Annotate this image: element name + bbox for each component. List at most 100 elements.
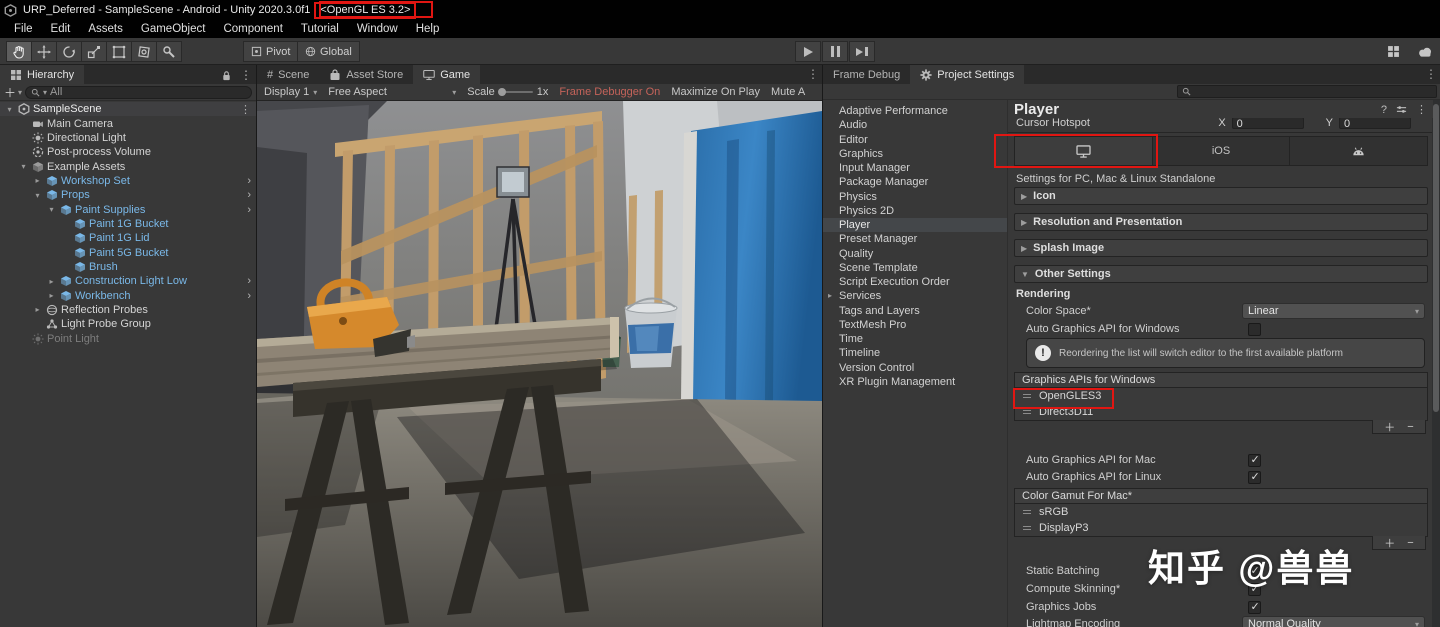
settings-nav-textmesh-pro[interactable]: TextMesh Pro	[823, 318, 1007, 332]
scale-slider[interactable]	[497, 88, 533, 96]
drag-handle-icon[interactable]	[1023, 410, 1031, 414]
scale-slider-knob[interactable]	[497, 88, 506, 96]
hierarchy-search-input[interactable]: ▾ All	[25, 85, 252, 99]
platform-tab-standalone[interactable]	[1015, 137, 1153, 165]
settings-search-input[interactable]	[1177, 85, 1437, 98]
menu-gameobject[interactable]: GameObject	[132, 23, 215, 35]
tab-hierarchy[interactable]: Hierarchy	[0, 65, 85, 84]
prefab-chevron-icon[interactable]: ›	[247, 290, 251, 302]
frame-debugger-indicator[interactable]: Frame Debugger On	[559, 86, 660, 98]
hierarchy-item-workshop-set[interactable]: ▸ Workshop Set ›	[0, 174, 256, 188]
foldout-closed-icon[interactable]: ▸	[828, 289, 832, 303]
tab-asset-store[interactable]: Asset Store	[319, 65, 414, 84]
section-other-settings[interactable]: ▼ Other Settings	[1014, 265, 1428, 283]
menu-assets[interactable]: Assets	[79, 23, 132, 35]
lightmap-encoding-dropdown[interactable]: Normal Quality ▾	[1242, 616, 1425, 627]
scene-more-icon[interactable]: ⋮	[240, 103, 251, 116]
auto-api-mac-checkbox[interactable]	[1248, 453, 1261, 467]
global-toggle-button[interactable]: Global	[297, 41, 360, 62]
plus-icon[interactable]: ＋	[1384, 535, 1395, 551]
tab-game[interactable]: Game	[413, 65, 481, 84]
api-item-direct3d11[interactable]: Direct3D11	[1015, 404, 1427, 420]
menu-help[interactable]: Help	[407, 23, 449, 35]
hierarchy-item-workbench[interactable]: ▸ Workbench ›	[0, 288, 256, 302]
settings-nav-time[interactable]: Time	[823, 332, 1007, 346]
hierarchy-item-paint-5g-bucket[interactable]: Paint 5G Bucket	[0, 245, 256, 259]
lock-icon[interactable]	[221, 70, 232, 81]
more-icon[interactable]: ⋮	[1425, 67, 1437, 81]
settings-nav-xr-plugin-management[interactable]: XR Plugin Management	[823, 375, 1007, 389]
maximize-on-play-toggle[interactable]: Maximize On Play	[671, 86, 760, 98]
hierarchy-item-point-light[interactable]: Point Light	[0, 332, 256, 346]
hierarchy-item-paint-supplies[interactable]: ▾ Paint Supplies ›	[0, 202, 256, 216]
mute-audio-toggle[interactable]: Mute A	[771, 86, 805, 98]
prefab-chevron-icon[interactable]: ›	[247, 189, 251, 201]
foldout-closed-icon[interactable]: ▸	[32, 305, 43, 314]
gamut-item-srgb[interactable]: sRGB	[1015, 504, 1427, 520]
hierarchy-item-directional-light[interactable]: Directional Light	[0, 131, 256, 145]
settings-nav-editor[interactable]: Editor	[823, 133, 1007, 147]
settings-nav-services[interactable]: ▸ Services	[823, 289, 1007, 303]
hierarchy-item-example-assets[interactable]: ▾ Example Assets	[0, 159, 256, 173]
settings-nav-preset-manager[interactable]: Preset Manager	[823, 232, 1007, 246]
pivot-toggle-button[interactable]: Pivot	[243, 41, 299, 62]
foldout-closed-icon[interactable]: ▸	[46, 291, 57, 300]
cursor-hotspot-y-field[interactable]: Y 0	[1326, 117, 1411, 130]
cursor-hotspot-x-field[interactable]: X 0	[1218, 117, 1304, 130]
rotate-tool-button[interactable]	[56, 41, 82, 62]
color-space-dropdown[interactable]: Linear ▾	[1242, 303, 1425, 319]
cloud-services-button[interactable]	[1412, 41, 1438, 62]
add-object-button[interactable]: ＋ ▾	[4, 84, 22, 101]
tab-frame-debug[interactable]: Frame Debug	[823, 65, 911, 84]
menu-window[interactable]: Window	[348, 23, 407, 35]
vertical-scrollbar[interactable]	[1432, 100, 1440, 627]
x-value[interactable]: 0	[1231, 117, 1304, 130]
step-button[interactable]	[849, 41, 875, 62]
settings-nav-audio[interactable]: Audio	[823, 118, 1007, 132]
menu-file[interactable]: File	[5, 23, 42, 35]
settings-nav-script-execution-order[interactable]: Script Execution Order	[823, 275, 1007, 289]
tab-scene[interactable]: # Scene	[257, 65, 320, 84]
hierarchy-item-main-camera[interactable]: Main Camera	[0, 116, 256, 130]
layers-button[interactable]	[1380, 41, 1406, 62]
auto-api-linux-checkbox[interactable]	[1248, 470, 1261, 484]
auto-api-windows-checkbox[interactable]	[1248, 322, 1261, 336]
section-icon[interactable]: ▶ Icon	[1014, 187, 1428, 205]
graphics-jobs-checkbox[interactable]	[1248, 600, 1261, 614]
settings-nav-scene-template[interactable]: Scene Template	[823, 261, 1007, 275]
foldout-open-icon[interactable]: ▾	[32, 191, 43, 200]
section-resolution-presentation[interactable]: ▶ Resolution and Presentation	[1014, 213, 1428, 231]
custom-tool-button[interactable]	[156, 41, 182, 62]
more-icon[interactable]: ⋮	[1416, 103, 1427, 116]
plus-icon[interactable]: ＋	[1384, 419, 1395, 435]
settings-nav-quality[interactable]: Quality	[823, 247, 1007, 261]
hierarchy-item-reflection-probes[interactable]: ▸ Reflection Probes	[0, 303, 256, 317]
display-dropdown[interactable]: Display 1 ▾	[264, 86, 317, 98]
menu-component[interactable]: Component	[214, 23, 291, 35]
hierarchy-item-postprocess-volume[interactable]: Post-process Volume	[0, 145, 256, 159]
settings-nav-adaptive-performance[interactable]: Adaptive Performance	[823, 104, 1007, 118]
menu-tutorial[interactable]: Tutorial	[292, 23, 348, 35]
scrollbar-thumb[interactable]	[1433, 104, 1439, 412]
foldout-open-icon[interactable]: ▾	[4, 105, 15, 114]
gamut-item-displayp3[interactable]: DisplayP3	[1015, 520, 1427, 536]
more-icon[interactable]: ⋮	[807, 67, 819, 81]
settings-nav-physics[interactable]: Physics	[823, 190, 1007, 204]
minus-icon[interactable]: −	[1407, 537, 1413, 549]
foldout-closed-icon[interactable]: ▸	[32, 176, 43, 185]
foldout-open-icon[interactable]: ▾	[18, 162, 29, 171]
pause-button[interactable]	[822, 41, 848, 62]
settings-nav-version-control[interactable]: Version Control	[823, 361, 1007, 375]
api-item-opengles3[interactable]: OpenGLES3	[1015, 388, 1427, 404]
hierarchy-item-light-probe-group[interactable]: Light Probe Group	[0, 317, 256, 331]
hierarchy-item-paint-1g-bucket[interactable]: Paint 1G Bucket	[0, 217, 256, 231]
foldout-closed-icon[interactable]: ▸	[46, 277, 57, 286]
prefab-chevron-icon[interactable]: ›	[247, 275, 251, 287]
presets-icon[interactable]	[1396, 104, 1407, 115]
minus-icon[interactable]: −	[1407, 421, 1413, 433]
rect-tool-button[interactable]	[106, 41, 132, 62]
hierarchy-item-scene[interactable]: ▾ SampleScene ⋮	[0, 102, 256, 117]
settings-nav-graphics[interactable]: Graphics	[823, 147, 1007, 161]
drag-handle-icon[interactable]	[1023, 526, 1031, 530]
platform-tab-ios[interactable]: iOS	[1152, 137, 1291, 165]
